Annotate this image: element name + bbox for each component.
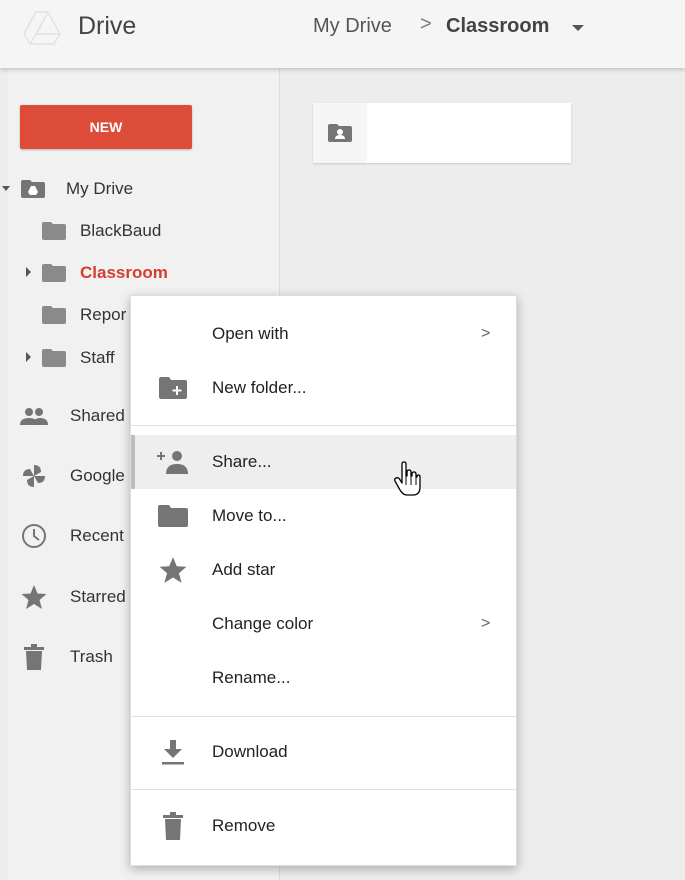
nav-item-google-photos[interactable]: Google [18, 460, 125, 492]
tree-item-blackbaud[interactable]: BlackBaud [42, 216, 161, 246]
tree-label-blackbaud: BlackBaud [80, 221, 162, 240]
trash-icon [157, 810, 189, 842]
tree-label-reports: Repor [80, 305, 127, 324]
nav-item-shared[interactable]: Shared [18, 400, 125, 432]
breadcrumb-dropdown-icon[interactable] [572, 25, 584, 31]
breadcrumb-my-drive[interactable]: My Drive [313, 15, 392, 38]
menu-item-add-star[interactable]: Add star [131, 543, 516, 597]
menu-divider [131, 716, 516, 717]
folder-icon [42, 349, 66, 367]
tree-label-staff: Staff [80, 348, 115, 367]
menu-item-rename[interactable]: Rename... [131, 651, 516, 705]
tree-item-my-drive[interactable]: My Drive [20, 174, 133, 204]
menu-label-move-to: Move to... [212, 506, 287, 525]
expand-arrow-icon[interactable] [26, 352, 31, 362]
new-folder-icon [157, 372, 189, 404]
submenu-arrow-icon: > [481, 325, 491, 342]
nav-label-recent: Recent [70, 526, 124, 545]
menu-divider [131, 425, 516, 426]
folder-icon [42, 264, 66, 282]
star-icon [18, 583, 50, 611]
add-person-icon [157, 446, 189, 478]
expand-arrow-icon[interactable] [2, 186, 10, 191]
menu-label-rename: Rename... [212, 668, 291, 687]
trash-icon [18, 643, 50, 671]
menu-label-remove: Remove [212, 816, 276, 835]
menu-item-share[interactable]: Share... [131, 435, 516, 489]
people-icon [18, 402, 50, 430]
menu-label-open-with: Open with [212, 324, 289, 343]
context-menu: Open with > New folder... Share... Move … [130, 295, 517, 866]
folder-icon [42, 306, 66, 324]
submenu-arrow-icon: > [481, 615, 491, 632]
menu-label-download: Download [212, 742, 288, 761]
shared-folder-icon [313, 103, 367, 163]
top-header: Drive My Drive > Classroom [0, 0, 685, 68]
tree-label-classroom: Classroom [80, 263, 168, 282]
menu-item-open-with[interactable]: Open with > [131, 307, 516, 361]
pinwheel-icon [18, 462, 50, 490]
new-button[interactable]: NEW [20, 105, 192, 149]
drive-folder-icon [21, 180, 45, 198]
nav-item-trash[interactable]: Trash [18, 641, 113, 673]
nav-label-shared: Shared [70, 406, 125, 425]
drive-logo-icon [23, 11, 61, 45]
folder-card[interactable] [313, 103, 571, 163]
menu-label-share: Share... [212, 452, 272, 471]
menu-divider [131, 789, 516, 790]
menu-label-new-folder: New folder... [212, 378, 307, 397]
tree-label-my-drive: My Drive [66, 179, 134, 198]
menu-item-move-to[interactable]: Move to... [131, 489, 516, 543]
hand-cursor-icon [394, 461, 421, 496]
expand-arrow-icon[interactable] [26, 267, 31, 277]
menu-item-new-folder[interactable]: New folder... [131, 361, 516, 415]
tree-item-classroom[interactable]: Classroom [42, 258, 168, 288]
menu-label-add-star: Add star [212, 560, 276, 579]
tree-item-reports[interactable]: Repor [42, 300, 126, 330]
nav-label-trash: Trash [70, 647, 113, 666]
star-icon [157, 554, 189, 586]
nav-label-google: Google [70, 466, 125, 485]
breadcrumb-separator: > [420, 13, 432, 35]
menu-item-download[interactable]: Download [131, 725, 516, 779]
nav-item-recent[interactable]: Recent [18, 520, 124, 552]
clock-icon [18, 522, 50, 550]
app-title[interactable]: Drive [78, 12, 136, 41]
download-icon [157, 736, 189, 768]
folder-icon [42, 222, 66, 240]
menu-item-remove[interactable]: Remove [131, 799, 516, 853]
nav-label-starred: Starred [70, 587, 126, 606]
folder-icon [157, 500, 189, 532]
menu-item-change-color[interactable]: Change color > [131, 597, 516, 651]
menu-label-change-color: Change color [212, 614, 314, 633]
tree-item-staff[interactable]: Staff [42, 343, 115, 373]
nav-item-starred[interactable]: Starred [18, 581, 126, 613]
breadcrumb-current-folder[interactable]: Classroom [446, 15, 549, 38]
